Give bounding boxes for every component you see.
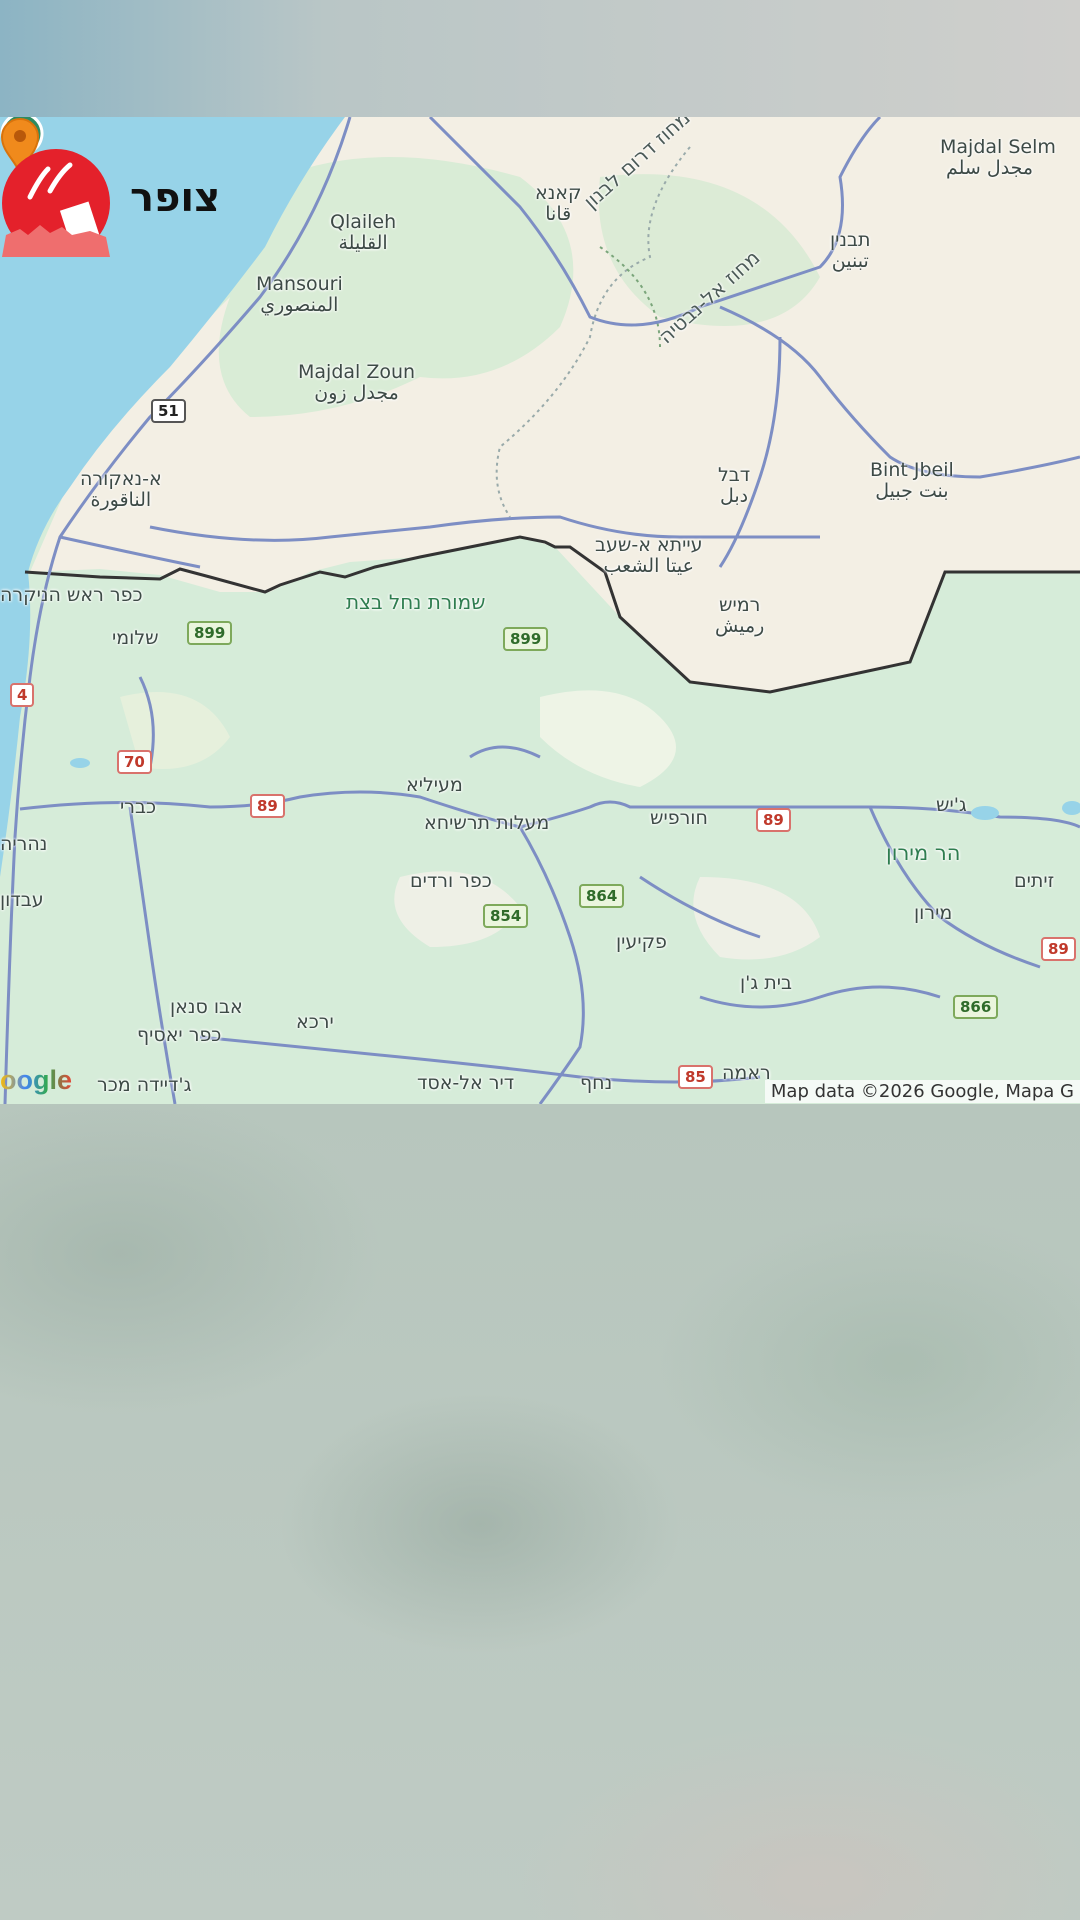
place-beit-jann: בית ג'ן [740, 972, 792, 994]
place-yarka: ירכא [296, 1011, 334, 1033]
brand-logo [2, 149, 110, 257]
place-nahf: נחף [580, 1072, 613, 1094]
place-meron: מירון [914, 902, 953, 924]
place-rmeish: רמיש رميش [715, 594, 765, 637]
road-shield: 51 [151, 399, 186, 423]
video-bottom-blur-area [0, 1104, 1080, 1920]
road-shield: 4 [10, 683, 35, 707]
place-qlaileh: Qlaileh القليلة [330, 211, 397, 254]
place-aitaa: עייתא א-שעב عيتا الشعب [595, 534, 703, 577]
road-shield: 89 [250, 794, 285, 818]
place-jish: ג'יש [936, 794, 967, 816]
place-majdal-selm: Majdal Selm مجدل سلم [940, 136, 1056, 179]
map-canvas [0, 117, 1080, 1104]
place-jadeidi: ג'דיידה מכר [97, 1074, 192, 1096]
place-kfar-yasif: כפר יאסיף [137, 1024, 222, 1046]
road-shield: 899 [503, 627, 549, 651]
map-view[interactable]: Majdal Selm مجدل سلم קאנא قانا Qlaileh القل… [0, 117, 1080, 1104]
place-tebnine: תבנין تبنين [830, 229, 871, 272]
road-shield: 864 [579, 884, 625, 908]
place-rosh-hanikra: כפר ראש הניקרה [0, 584, 143, 606]
place-majdal-zoun: Majdal Zoun مجدل زون [298, 361, 416, 404]
place-debel: דבל دبل [718, 464, 751, 507]
place-kabri: כברי [120, 796, 157, 818]
road-shield: 85 [678, 1065, 713, 1089]
place-rame: ראמה [722, 1062, 771, 1084]
israel-terrain-light [540, 690, 676, 787]
place-nahariya: נהריה [0, 833, 48, 855]
peak-label: הר מירון [886, 841, 961, 865]
place-zeitim: זיתים [1014, 870, 1055, 892]
road-shield: 70 [117, 750, 152, 774]
video-top-blur-band [0, 0, 1080, 117]
brand-name: צופר [130, 175, 221, 221]
place-miilya: מעיליא [406, 774, 463, 796]
road-shield: 899 [187, 621, 233, 645]
google-logo: oogle [0, 1065, 72, 1095]
place-deir-al-asad: דיר אל-אסד [417, 1072, 515, 1094]
map-attribution[interactable]: Map data ©2026 Google, Mapa G [764, 1080, 1080, 1103]
road-shield: 854 [483, 904, 529, 928]
place-avdon: עבדון [0, 889, 44, 911]
road-shield: 866 [953, 995, 999, 1019]
place-maalot: מעלות תרשיחא [424, 812, 550, 834]
park-label: שמורת נחל בצת [346, 590, 486, 614]
road-shield: 89 [756, 808, 791, 832]
place-hurfeish: חורפיש [650, 807, 708, 829]
place-abu-snan: אבו סנאן [170, 996, 243, 1018]
place-mansouri: Mansouri المنصوري [256, 273, 343, 316]
place-shlomi: שלומי [112, 627, 159, 649]
place-bint-jbeil: Bint Jbeil بنت جبيل [870, 459, 954, 502]
place-naqoura: א-נאקורה الناقورة [80, 468, 162, 511]
place-kfar-vradim: כפר ורדים [410, 870, 492, 892]
place-peqiin: פקיעין [616, 931, 667, 953]
road-shield: 89 [1041, 937, 1076, 961]
place-qana: קאנא قانا [535, 182, 582, 225]
